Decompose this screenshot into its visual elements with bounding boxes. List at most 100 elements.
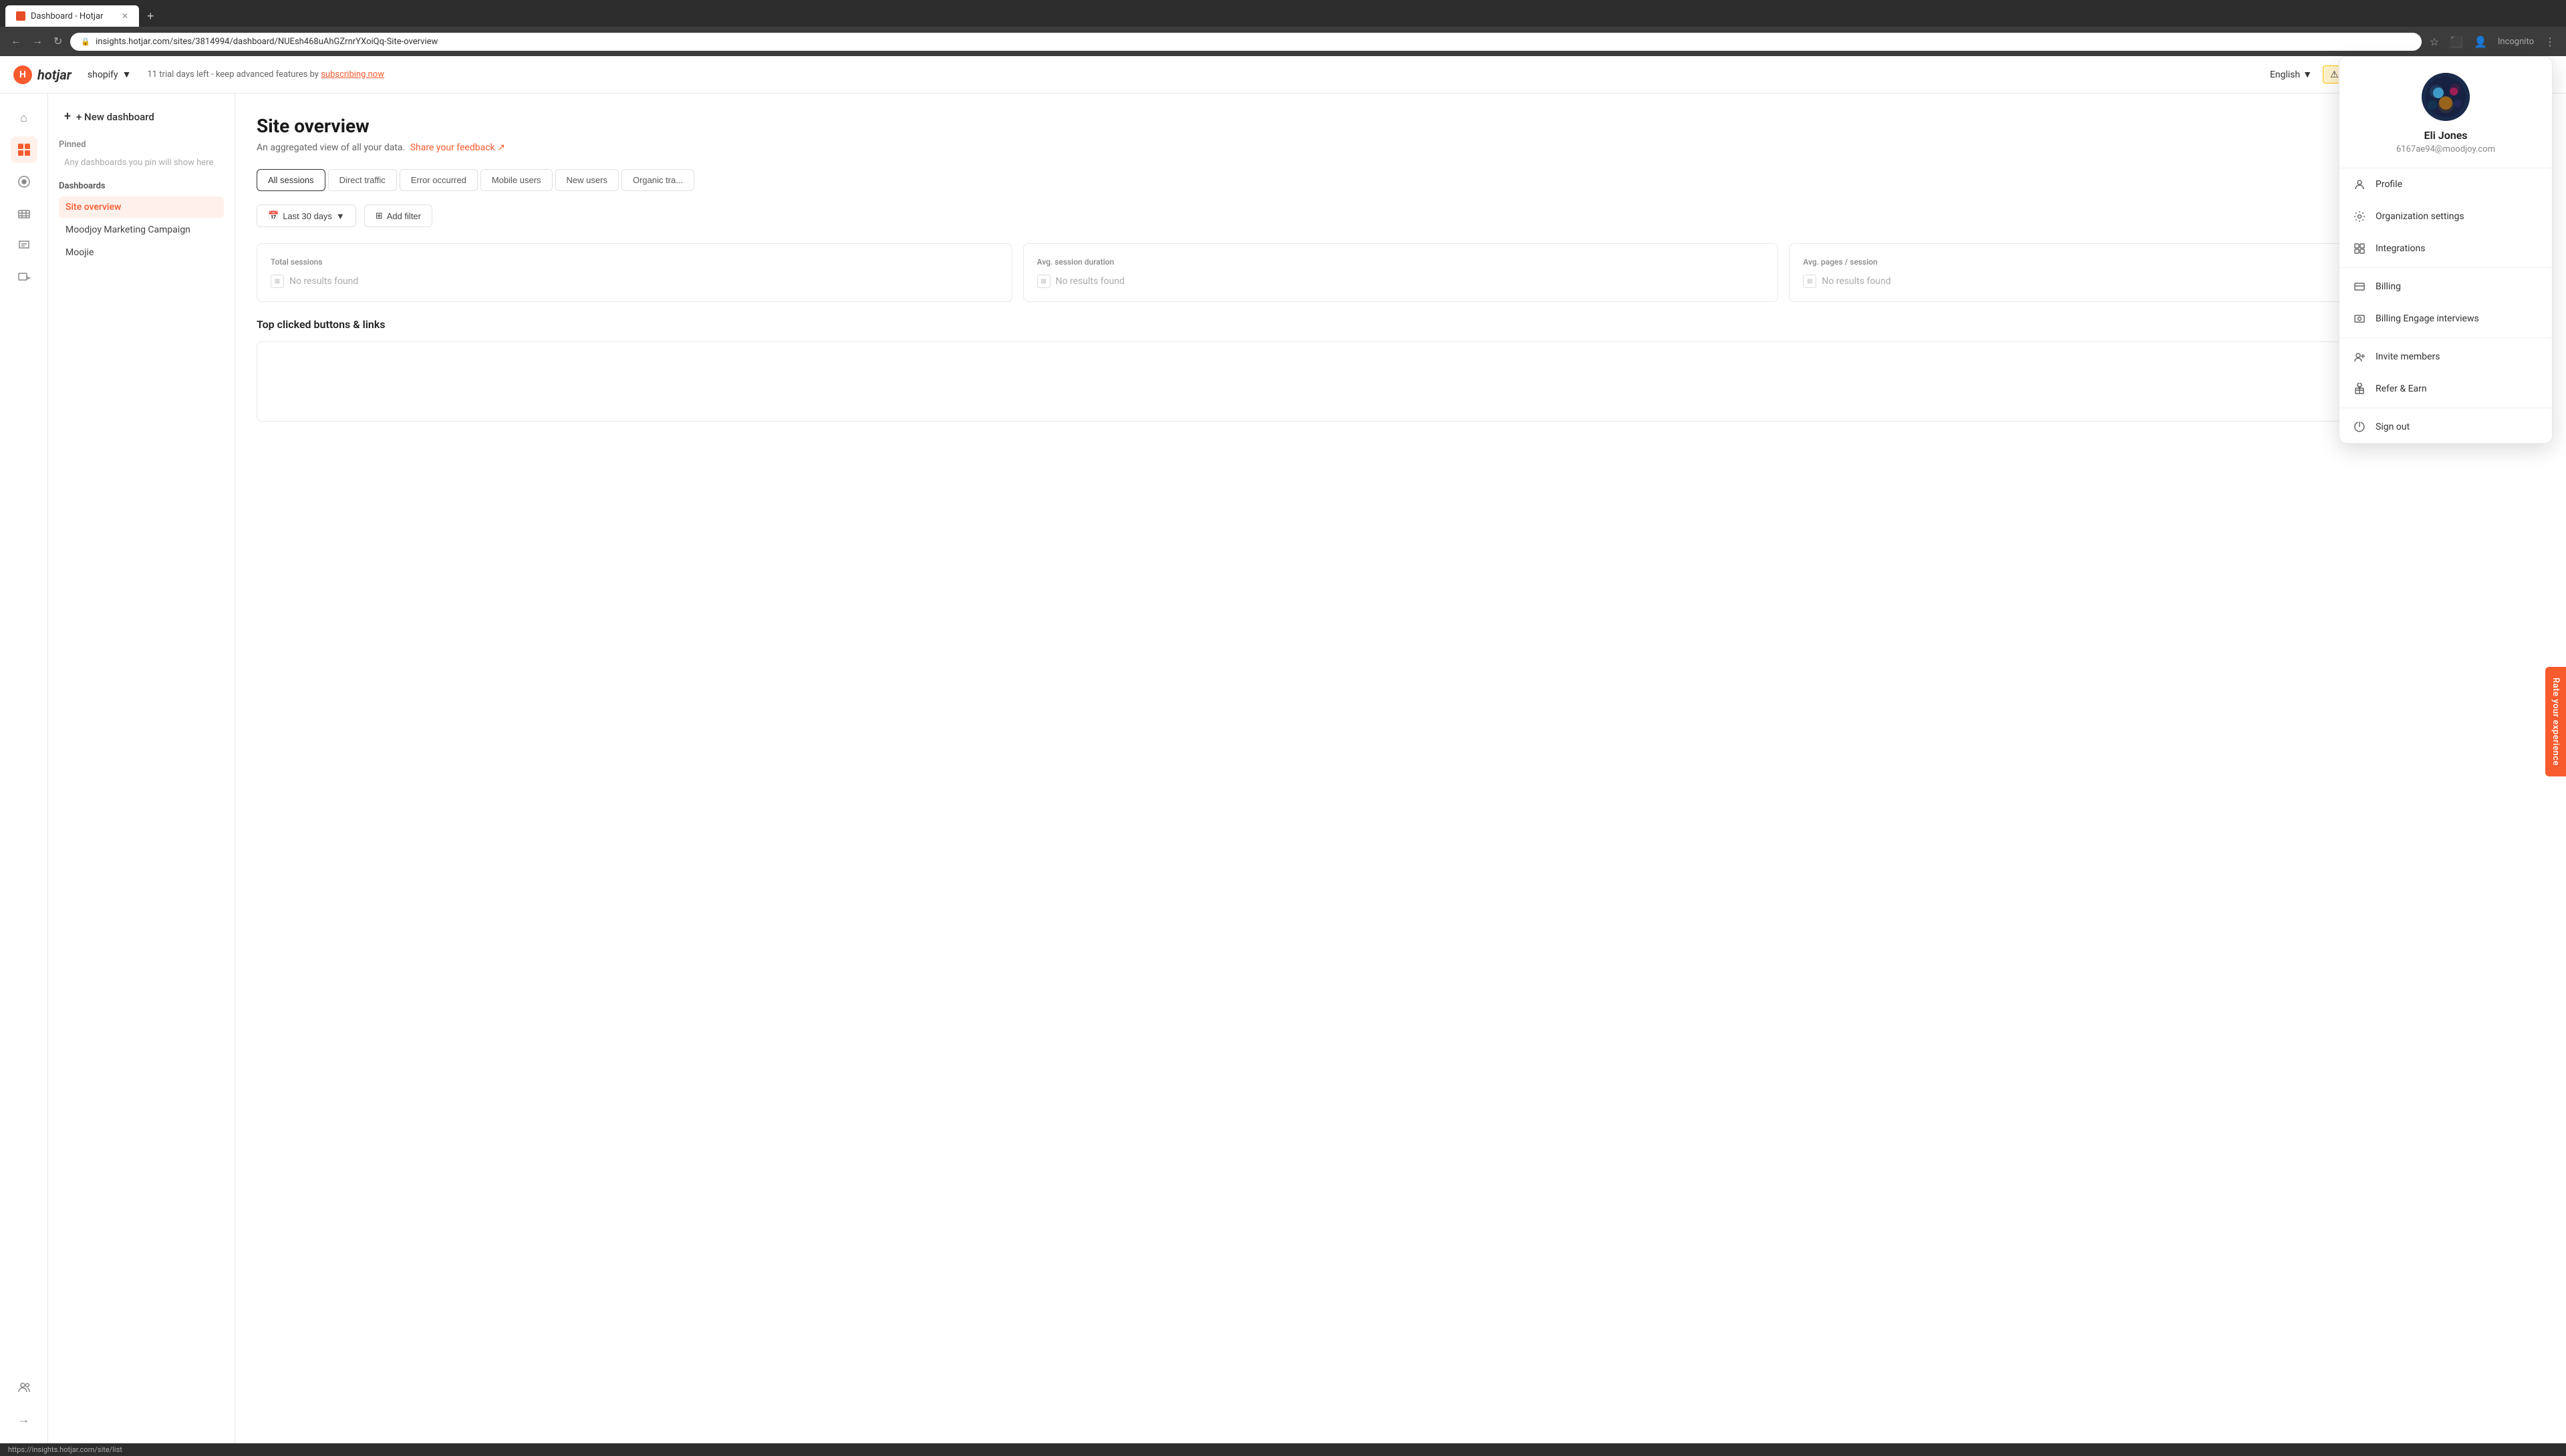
address-bar[interactable]: 🔒 insights.hotjar.com/sites/3814994/dash… bbox=[70, 33, 2421, 51]
new-dashboard-label: + New dashboard bbox=[76, 111, 154, 123]
section-box bbox=[257, 341, 2545, 422]
external-link-icon: ↗ bbox=[497, 142, 505, 153]
tab-organic-traffic[interactable]: Organic tra... bbox=[621, 169, 694, 191]
dropdown-item-refer-label: Refer & Earn bbox=[2376, 384, 2427, 394]
dropdown-item-billing[interactable]: Billing bbox=[2339, 271, 2552, 303]
invite-members-icon bbox=[2353, 350, 2366, 363]
add-filter-label: Add filter bbox=[387, 211, 421, 221]
sidebar-item-heatmaps[interactable] bbox=[11, 200, 37, 227]
dropdown-item-billing-engage[interactable]: Billing Engage interviews bbox=[2339, 303, 2552, 335]
rate-experience-btn[interactable]: Rate your experience bbox=[2545, 667, 2566, 776]
dropdown-divider-2 bbox=[2339, 337, 2552, 338]
no-result-icon-duration: ⊠ bbox=[1037, 275, 1050, 288]
no-result-text-duration: No results found bbox=[1056, 276, 1125, 287]
nav-item-moodjoy[interactable]: Moodjoy Marketing Campaign bbox=[59, 219, 224, 241]
site-selector[interactable]: shopify ▼ bbox=[82, 66, 137, 83]
bookmark-icon[interactable]: ☆ bbox=[2427, 33, 2442, 51]
dropdown-avatar bbox=[2422, 73, 2470, 121]
nav-item-moojie[interactable]: Moojie bbox=[59, 242, 224, 263]
dropdown-item-integrations-label: Integrations bbox=[2376, 243, 2425, 254]
stat-card-avg-duration: Avg. session duration ⊠ No results found bbox=[1023, 243, 1779, 302]
dropdown-item-invite[interactable]: Invite members bbox=[2339, 341, 2552, 373]
sidebar-bottom: → bbox=[11, 1374, 37, 1433]
status-bar: https://insights.hotjar.com/site/list bbox=[0, 1443, 2566, 1456]
main-content: Site overview An aggregated view of all … bbox=[235, 94, 2566, 1443]
tab-direct-traffic[interactable]: Direct traffic bbox=[328, 169, 397, 191]
hotjar-logo: H hotjar bbox=[13, 65, 72, 84]
hotjar-logo-icon: H bbox=[13, 65, 32, 84]
signout-icon bbox=[2353, 420, 2366, 434]
no-result-icon-total: ⊠ bbox=[271, 275, 284, 288]
sidebar-item-surveys[interactable] bbox=[11, 233, 37, 259]
reload-btn[interactable]: ↻ bbox=[51, 32, 65, 51]
pinned-empty-text: Any dashboards you pin will show here bbox=[59, 155, 224, 170]
tab-mobile-users[interactable]: Mobile users bbox=[480, 169, 553, 191]
lock-icon: 🔒 bbox=[81, 37, 90, 46]
dropdown-item-billing-engage-label: Billing Engage interviews bbox=[2376, 313, 2479, 324]
dropdown-item-signout[interactable]: Sign out bbox=[2339, 411, 2552, 443]
tab-new-users[interactable]: New users bbox=[555, 169, 619, 191]
user-dropdown: Eli Jones 6167ae94@moodjoy.com Profile O… bbox=[2339, 56, 2553, 444]
dropdown-divider-1 bbox=[2339, 267, 2552, 268]
new-dashboard-btn[interactable]: + + New dashboard bbox=[59, 104, 224, 129]
subtitle-text: An aggregated view of all your data. bbox=[257, 142, 405, 153]
nav-item-site-overview[interactable]: Site overview bbox=[59, 196, 224, 218]
language-selector[interactable]: English ▼ bbox=[2270, 69, 2312, 80]
lang-dropdown-arrow: ▼ bbox=[2303, 69, 2312, 80]
nav-bar: ← → ↻ 🔒 insights.hotjar.com/sites/381499… bbox=[0, 27, 2566, 56]
stat-label-avg-duration: Avg. session duration bbox=[1037, 257, 1765, 267]
left-nav: + + New dashboard Pinned Any dashboards … bbox=[48, 94, 235, 1443]
extensions-icon[interactable]: ⬛ bbox=[2447, 33, 2466, 51]
dropdown-item-refer[interactable]: Refer & Earn bbox=[2339, 373, 2552, 405]
stats-row: Total sessions ⊠ No results found Avg. s… bbox=[257, 243, 2545, 302]
dropdown-user-email: 6167ae94@moodjoy.com bbox=[2396, 144, 2495, 154]
profile-icon bbox=[2353, 178, 2366, 191]
date-filter-arrow: ▼ bbox=[336, 211, 345, 221]
add-filter-btn[interactable]: ⊞ Add filter bbox=[364, 204, 432, 227]
trial-link[interactable]: subscribing now bbox=[321, 69, 384, 80]
no-result-text-pages: No results found bbox=[1822, 276, 1890, 287]
tab-favicon bbox=[16, 11, 25, 21]
sidebar-item-recordings[interactable] bbox=[11, 168, 37, 195]
language-text: English bbox=[2270, 69, 2300, 80]
menu-icon[interactable]: ⋮ bbox=[2542, 33, 2558, 51]
feedback-link[interactable]: Share your feedback bbox=[410, 142, 495, 153]
dropdown-item-invite-label: Invite members bbox=[2376, 351, 2440, 362]
nav-actions: ☆ ⬛ 👤 Incognito ⋮ bbox=[2427, 33, 2558, 51]
rate-experience-label: Rate your experience bbox=[2551, 678, 2561, 766]
filter-icon: ⊞ bbox=[376, 210, 383, 221]
dropdown-item-profile[interactable]: Profile bbox=[2339, 168, 2552, 200]
dropdown-item-org-settings[interactable]: Organization settings bbox=[2339, 200, 2552, 233]
sidebar-item-feedback[interactable] bbox=[11, 265, 37, 291]
tab-label: Dashboard - Hotjar bbox=[31, 11, 103, 21]
stat-no-result-total: ⊠ No results found bbox=[271, 275, 998, 288]
org-settings-icon bbox=[2353, 210, 2366, 223]
billing-icon bbox=[2353, 280, 2366, 293]
sidebar-item-dashboard[interactable] bbox=[11, 136, 37, 163]
logo-text: hotjar bbox=[37, 67, 72, 83]
back-btn[interactable]: ← bbox=[8, 33, 24, 50]
sidebar-item-home[interactable]: ⌂ bbox=[11, 104, 37, 131]
filter-row: 📅 Last 30 days ▼ ⊞ Add filter bbox=[257, 204, 2545, 227]
stat-no-result-duration: ⊠ No results found bbox=[1037, 275, 1765, 288]
forward-btn[interactable]: → bbox=[29, 33, 45, 50]
new-tab-btn[interactable]: + bbox=[142, 7, 160, 26]
stat-card-total-sessions: Total sessions ⊠ No results found bbox=[257, 243, 1012, 302]
tab-error-occurred[interactable]: Error occurred bbox=[400, 169, 478, 191]
date-filter-btn[interactable]: 📅 Last 30 days ▼ bbox=[257, 204, 356, 227]
dropdown-user-name: Eli Jones bbox=[2424, 129, 2467, 142]
active-tab[interactable]: Dashboard - Hotjar ✕ bbox=[5, 5, 139, 27]
calendar-icon: 📅 bbox=[268, 210, 279, 221]
app-wrapper: H hotjar shopify ▼ 11 trial days left - … bbox=[0, 56, 2566, 1443]
tab-close-btn[interactable]: ✕ bbox=[122, 11, 128, 21]
dropdown-item-integrations[interactable]: Integrations bbox=[2339, 233, 2552, 265]
site-dropdown-arrow: ▼ bbox=[122, 69, 132, 80]
session-tabs: All sessions Direct traffic Error occurr… bbox=[257, 169, 2545, 191]
dropdown-item-profile-label: Profile bbox=[2376, 179, 2402, 190]
no-result-icon-pages: ⊠ bbox=[1803, 275, 1816, 288]
sidebar-item-team[interactable] bbox=[11, 1374, 37, 1401]
sidebar-item-collapse[interactable]: → bbox=[11, 1406, 37, 1433]
tab-all-sessions[interactable]: All sessions bbox=[257, 169, 325, 191]
top-bar: H hotjar shopify ▼ 11 trial days left - … bbox=[0, 56, 2566, 94]
browser-chrome: Dashboard - Hotjar ✕ + ← → ↻ 🔒 insights.… bbox=[0, 0, 2566, 56]
